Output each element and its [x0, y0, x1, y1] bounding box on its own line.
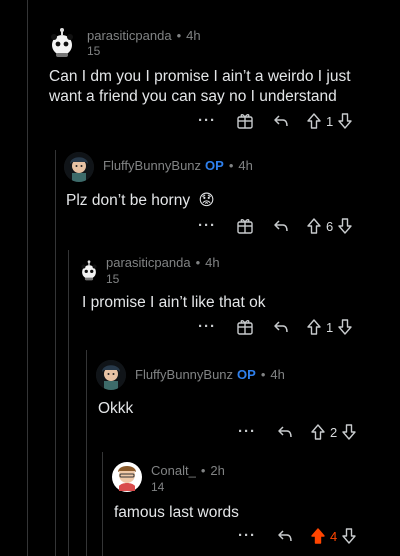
upvote-arrow-icon — [307, 218, 321, 234]
op-badge: OP — [205, 158, 224, 173]
award-icon — [237, 219, 253, 234]
reply-button[interactable] — [272, 111, 290, 131]
username[interactable]: FluffyBunnyBunz — [103, 158, 201, 173]
comment-header: parasiticpanda • 4h — [87, 28, 201, 43]
separator: • — [176, 28, 182, 43]
username[interactable]: Conalt_ — [151, 463, 196, 478]
downvote-arrow-icon — [338, 113, 352, 129]
username[interactable]: parasiticpanda — [87, 28, 172, 43]
worried-face-emoji: 😟 — [198, 192, 215, 209]
upvote-button[interactable] — [306, 111, 322, 131]
user-karma: 15 — [106, 272, 120, 286]
upvote-arrow-filled-icon — [311, 528, 325, 544]
comment-age: 4h — [205, 255, 220, 270]
comment-age: 4h — [186, 28, 201, 43]
separator: • — [200, 463, 206, 478]
upvote-button[interactable] — [306, 216, 322, 236]
comment-actions: ··· 2 — [236, 422, 357, 442]
upvote-button[interactable] — [310, 422, 326, 442]
reply-arrow-icon — [274, 321, 288, 333]
custom-avatar-icon — [96, 360, 126, 390]
vote-count: 2 — [330, 424, 338, 440]
comment-age: 4h — [238, 158, 253, 173]
reply-button[interactable] — [272, 216, 290, 236]
custom-avatar-icon — [112, 462, 142, 492]
downvote-button[interactable] — [337, 317, 353, 337]
comment-1: parasiticpanda • 4h 15 Can I dm you I pr… — [0, 0, 400, 140]
username[interactable]: parasiticpanda — [106, 255, 191, 270]
comment-3: parasiticpanda • 4h 15 I promise I ain’t… — [0, 245, 400, 350]
user-karma: 15 — [87, 44, 101, 58]
upvote-button[interactable] — [306, 317, 322, 337]
downvote-arrow-icon — [338, 218, 352, 234]
award-icon — [237, 320, 253, 335]
downvote-button[interactable] — [341, 422, 357, 442]
downvote-arrow-icon — [338, 319, 352, 335]
comment-header: FluffyBunnyBunz OP • 4h — [103, 158, 253, 173]
award-button[interactable] — [236, 216, 254, 236]
vote-count: 6 — [326, 218, 334, 234]
separator: • — [228, 158, 234, 173]
comment-text-line-1: Can I dm you I promise I ain’t a weirdo … — [49, 68, 351, 85]
comment-header: FluffyBunnyBunz OP • 4h — [135, 367, 285, 382]
upvote-arrow-icon — [307, 113, 321, 129]
more-options-button[interactable]: ··· — [236, 422, 258, 442]
comment-2: FluffyBunnyBunz OP • 4h Plz don’t be hor… — [0, 140, 400, 245]
custom-avatar-icon — [64, 152, 94, 182]
downvote-button[interactable] — [341, 526, 357, 546]
comment-actions: ··· 1 — [196, 111, 353, 131]
upvote-button[interactable] — [310, 526, 326, 546]
op-badge: OP — [237, 367, 256, 382]
comment-actions: ··· 4 — [236, 526, 357, 546]
more-options-button[interactable]: ··· — [196, 317, 218, 337]
reply-arrow-icon — [278, 426, 292, 438]
upvote-arrow-icon — [307, 319, 321, 335]
reply-arrow-icon — [274, 220, 288, 232]
reply-arrow-icon — [274, 115, 288, 127]
avatar[interactable] — [64, 152, 94, 182]
award-button[interactable] — [236, 111, 254, 131]
comment-text-line-2: want a friend you can say no I understan… — [49, 88, 337, 105]
more-options-button[interactable]: ··· — [196, 111, 218, 131]
comment-age: 4h — [270, 367, 285, 382]
award-icon — [237, 114, 253, 129]
comment-text: Plz don’t be horny 😟 — [66, 191, 215, 211]
reply-button[interactable] — [276, 526, 294, 546]
comment-4: FluffyBunnyBunz OP • 4h Okkk ··· 2 — [0, 350, 400, 452]
more-options-button[interactable]: ··· — [196, 216, 218, 236]
comment-actions: ··· 1 — [196, 317, 353, 337]
avatar[interactable] — [110, 460, 144, 494]
avatar[interactable] — [46, 26, 78, 58]
downvote-arrow-icon — [342, 424, 356, 440]
comment-text: I promise I ain’t like that ok — [82, 294, 266, 311]
vote-count: 1 — [326, 319, 334, 335]
comment-header: parasiticpanda • 4h — [106, 255, 220, 270]
avatar[interactable] — [78, 259, 100, 281]
comment-age: 2h — [210, 463, 225, 478]
downvote-button[interactable] — [337, 216, 353, 236]
comment-text: Okkk — [98, 400, 134, 417]
reply-button[interactable] — [272, 317, 290, 337]
user-karma: 14 — [151, 480, 165, 494]
award-button[interactable] — [236, 317, 254, 337]
reply-button[interactable] — [276, 422, 294, 442]
snoo-avatar-icon — [81, 260, 97, 281]
snoo-avatar-icon — [51, 28, 73, 57]
vote-count: 1 — [326, 113, 334, 129]
comment-header: Conalt_ • 2h — [151, 463, 225, 478]
username[interactable]: FluffyBunnyBunz — [135, 367, 233, 382]
comment-text: famous last words — [114, 504, 239, 521]
comment-text-content: Plz don’t be horny — [66, 192, 191, 209]
separator: • — [195, 255, 201, 270]
avatar[interactable] — [96, 360, 126, 390]
upvote-arrow-icon — [311, 424, 325, 440]
separator: • — [260, 367, 266, 382]
downvote-arrow-icon — [342, 528, 356, 544]
reply-arrow-icon — [278, 530, 292, 542]
comment-5: Conalt_ • 2h 14 famous last words ··· 4 — [0, 452, 400, 556]
comment-actions: ··· 6 — [196, 216, 353, 236]
downvote-button[interactable] — [337, 111, 353, 131]
more-options-button[interactable]: ··· — [236, 526, 258, 546]
vote-count: 4 — [330, 528, 338, 544]
